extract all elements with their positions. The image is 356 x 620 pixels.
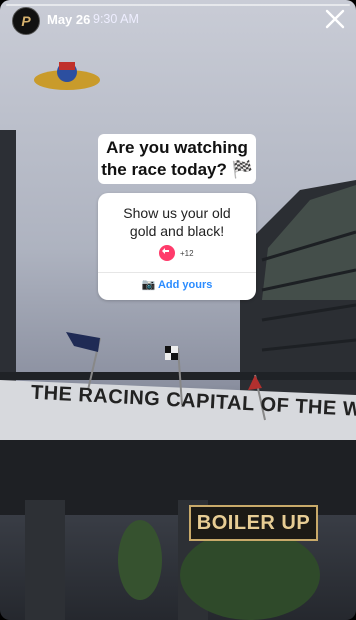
participants-icon bbox=[159, 245, 175, 261]
close-icon[interactable] bbox=[324, 8, 346, 30]
add-yours-button[interactable]: 📷 Add yours bbox=[98, 278, 256, 291]
boiler-up-sticker: BOILER UP bbox=[189, 505, 318, 541]
story-progress-bar bbox=[6, 4, 350, 6]
divider bbox=[98, 272, 256, 273]
question-line-1: Are you watching bbox=[106, 138, 248, 157]
story-view[interactable]: THE RACING CAPITAL OF THE WORLD P May 26… bbox=[0, 0, 356, 620]
story-time: 9:30 AM bbox=[93, 12, 139, 26]
add-yours-card[interactable]: Show us your old gold and black! +12 📷 A… bbox=[98, 193, 256, 300]
prompt-text: Show us your old gold and black! bbox=[123, 205, 231, 239]
question-line-2: the race today? 🏁 bbox=[101, 160, 253, 179]
story-date: May 26 bbox=[47, 12, 91, 27]
avatar[interactable]: P bbox=[12, 7, 40, 35]
camera-icon: 📷 bbox=[141, 279, 156, 291]
question-sticker: Are you watching the race today? 🏁 bbox=[98, 134, 256, 184]
checkered-flag-icon: 🏁 bbox=[231, 160, 253, 179]
participants-count: +12 bbox=[180, 249, 194, 258]
